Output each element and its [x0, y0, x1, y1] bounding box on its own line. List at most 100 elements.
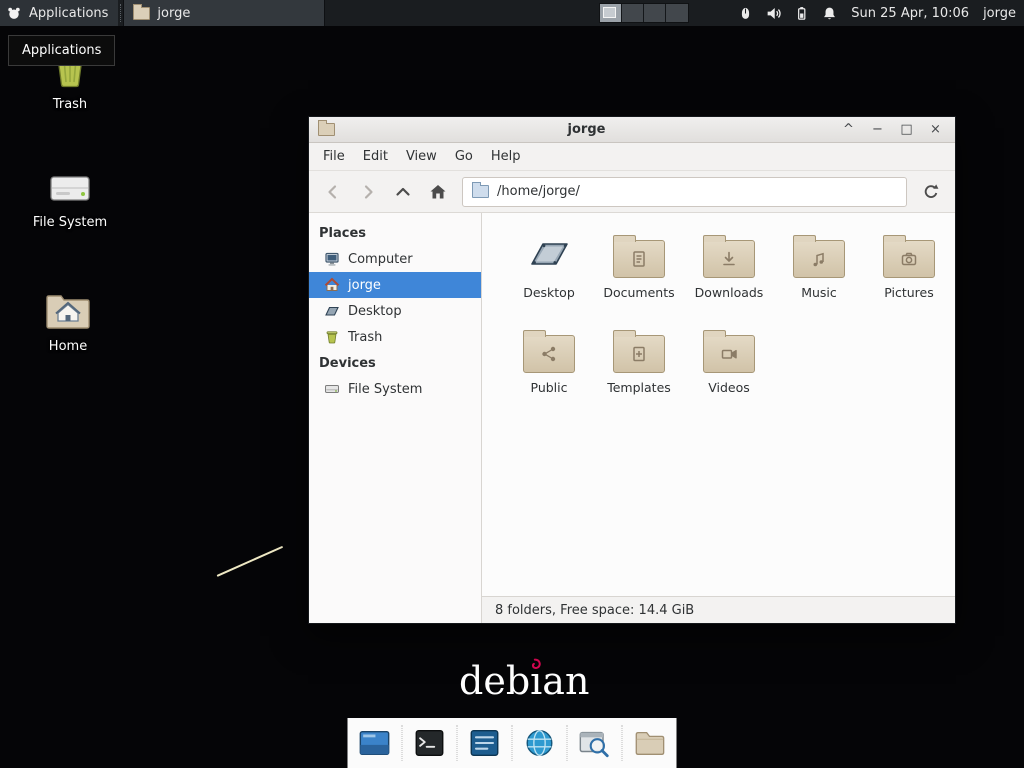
dock-separator	[622, 725, 623, 761]
sidebar-item-trash[interactable]: Trash	[309, 324, 481, 350]
top-panel: Applications jorge Sun 25 Apr, 10:06 jor…	[0, 0, 1024, 26]
folder-item-public[interactable]: Public	[504, 323, 594, 418]
share-emblem-icon	[539, 344, 559, 364]
folder-label: Music	[801, 285, 837, 300]
mouse-tray-icon[interactable]	[737, 5, 754, 22]
sidebar-item-label: Trash	[348, 330, 382, 345]
close-button[interactable]: ×	[925, 123, 946, 136]
sidebar-item-jorge[interactable]: jorge	[309, 272, 481, 298]
workspace-2[interactable]	[622, 4, 644, 22]
applications-menu-button[interactable]: Applications	[0, 0, 118, 26]
menu-view[interactable]: View	[397, 145, 446, 168]
system-tray	[737, 5, 838, 22]
menu-bar: File Edit View Go Help	[309, 143, 955, 171]
workspace-3[interactable]	[644, 4, 666, 22]
video-emblem-icon	[719, 344, 739, 364]
sidebar-item-label: Desktop	[348, 304, 402, 319]
trash-icon	[324, 329, 340, 345]
panel-clock[interactable]: Sun 25 Apr, 10:06	[851, 6, 969, 21]
menu-edit[interactable]: Edit	[354, 145, 397, 168]
sidebar-item-computer[interactable]: Computer	[309, 246, 481, 272]
folder-item-documents[interactable]: Documents	[594, 228, 684, 323]
forward-button[interactable]	[352, 177, 384, 207]
folder-label: Desktop	[523, 285, 575, 300]
home-icon	[324, 277, 340, 293]
menu-help[interactable]: Help	[482, 145, 530, 168]
status-text: 8 folders, Free space: 14.4 GiB	[495, 603, 694, 618]
dock-separator	[512, 725, 513, 761]
file-manager-icon[interactable]	[467, 725, 503, 761]
folder-item-music[interactable]: Music	[774, 228, 864, 323]
folder-item-pictures[interactable]: Pictures	[864, 228, 954, 323]
folder-item-downloads[interactable]: Downloads	[684, 228, 774, 323]
music-folder-icon	[793, 228, 845, 278]
directory-menu-icon[interactable]	[632, 725, 668, 761]
show-desktop-icon[interactable]	[357, 725, 393, 761]
debian-logo-i: ı	[530, 661, 542, 703]
taskbar-window-button[interactable]: jorge	[123, 0, 325, 26]
folder-icon-view[interactable]: Desktop Documents Downloads	[482, 213, 955, 596]
location-path: /home/jorge/	[497, 184, 580, 199]
camera-emblem-icon	[899, 249, 919, 269]
folder-label: Documents	[603, 285, 674, 300]
sidebar-item-label: File System	[348, 382, 422, 397]
debian-logo: debıan	[459, 661, 589, 703]
desktop-icon-label: File System	[33, 215, 107, 230]
sidebar-item-file-system[interactable]: File System	[309, 376, 481, 402]
home-button[interactable]	[422, 177, 454, 207]
shade-button[interactable]: ^	[838, 123, 859, 136]
app-finder-icon[interactable]	[577, 725, 613, 761]
wallpaper-line-artifact	[217, 546, 284, 577]
window-content: Places Computer jorge Desktop	[309, 213, 955, 623]
desktop-icon-home[interactable]: Home	[14, 290, 122, 354]
desktop-icon-file-system[interactable]: File System	[16, 168, 124, 230]
location-bar[interactable]: /home/jorge/	[462, 177, 907, 207]
home-folder-icon	[44, 290, 92, 332]
panel-separator	[120, 4, 121, 22]
session-user-label[interactable]: jorge	[983, 6, 1016, 21]
menu-file[interactable]: File	[314, 145, 354, 168]
workspace-4[interactable]	[666, 4, 688, 22]
templates-folder-icon	[613, 323, 665, 373]
battery-icon[interactable]	[793, 5, 810, 22]
sidebar-item-desktop[interactable]: Desktop	[309, 298, 481, 324]
notification-bell-icon[interactable]	[821, 5, 838, 22]
documents-folder-icon	[613, 228, 665, 278]
videos-folder-icon	[703, 323, 755, 373]
window-folder-icon	[318, 123, 335, 136]
terminal-icon[interactable]	[412, 725, 448, 761]
reload-button[interactable]	[915, 177, 947, 207]
desktop-pad-icon	[525, 228, 573, 278]
file-manager-window: jorge ^ − □ × File Edit View Go Help /ho…	[308, 116, 956, 624]
desktop-icon-label: Trash	[53, 97, 87, 112]
folder-item-videos[interactable]: Videos	[684, 323, 774, 418]
up-button[interactable]	[387, 177, 419, 207]
debian-logo-text: deb	[459, 661, 530, 703]
folder-item-templates[interactable]: Templates	[594, 323, 684, 418]
template-emblem-icon	[629, 344, 649, 364]
pictures-folder-icon	[883, 228, 935, 278]
workspace-1[interactable]	[600, 4, 622, 22]
toolbar: /home/jorge/	[309, 171, 955, 213]
folder-label: Videos	[708, 380, 750, 395]
xfce-mouse-icon	[6, 5, 22, 21]
main-pane: Desktop Documents Downloads	[482, 213, 955, 623]
dock-separator	[402, 725, 403, 761]
public-folder-icon	[523, 323, 575, 373]
minimize-button[interactable]: −	[867, 123, 888, 136]
web-browser-icon[interactable]	[522, 725, 558, 761]
menu-go[interactable]: Go	[446, 145, 482, 168]
sidebar-item-label: Computer	[348, 252, 413, 267]
hard-drive-icon	[324, 381, 340, 397]
bottom-dock	[348, 718, 677, 768]
folder-item-desktop[interactable]: Desktop	[504, 228, 594, 323]
document-emblem-icon	[629, 249, 649, 269]
computer-icon	[324, 251, 340, 267]
download-emblem-icon	[719, 249, 739, 269]
maximize-button[interactable]: □	[896, 123, 917, 136]
debian-logo-text: an	[542, 661, 589, 703]
window-titlebar[interactable]: jorge ^ − □ ×	[309, 117, 955, 143]
back-button[interactable]	[317, 177, 349, 207]
volume-icon[interactable]	[765, 5, 782, 22]
downloads-folder-icon	[703, 228, 755, 278]
